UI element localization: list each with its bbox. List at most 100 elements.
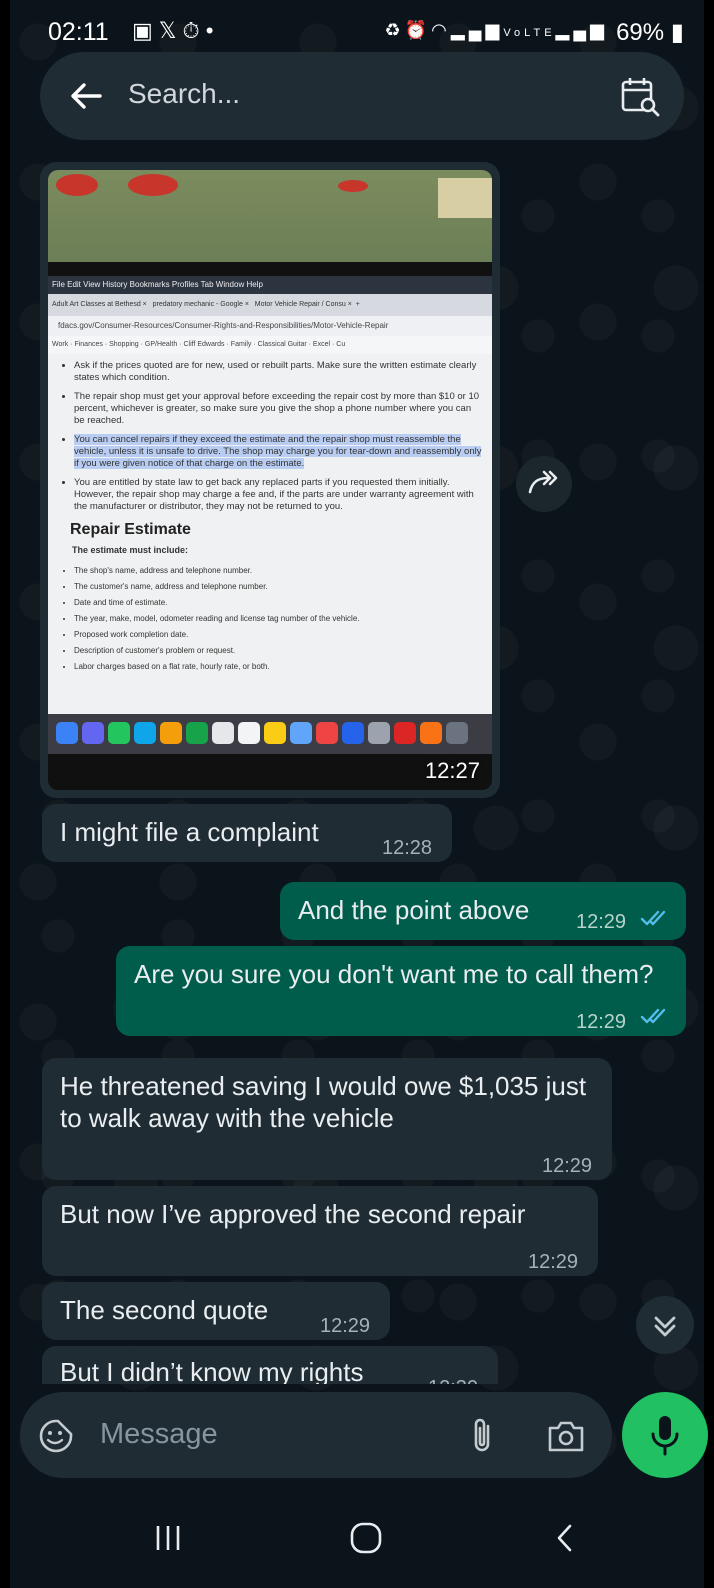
- back-arrow-icon[interactable]: [66, 76, 106, 116]
- incoming-message[interactable]: He threatened saving I would owe $1,035 …: [42, 1058, 612, 1180]
- message-composer[interactable]: Message: [20, 1392, 612, 1478]
- status-bar: 02:11 ▣𝕏⏱• ♻⏰◠▂▄▆VoLTE▂▄▆ 69% ▮: [10, 0, 704, 58]
- photo-background: [48, 170, 492, 270]
- dock-app-icon: [316, 722, 338, 744]
- read-ticks-icon: [640, 910, 666, 926]
- estimate-item: The shop's name, address and telephone n…: [74, 565, 482, 577]
- bookmark: Cliff Edwards: [183, 341, 225, 348]
- browser-tab: Adult Art Classes at Bethesd: [52, 301, 141, 308]
- timer-icon: ⏱: [182, 18, 206, 43]
- dock-app-icon: [212, 722, 234, 744]
- estimate-item: The year, make, model, odometer reading …: [74, 613, 482, 625]
- double-chevron-down-icon: [654, 1316, 676, 1337]
- system-nav-bar: [10, 1490, 704, 1588]
- wifi-icon: ◠: [431, 20, 451, 40]
- mac-dock: [48, 714, 492, 754]
- dock-app-icon: [238, 722, 260, 744]
- browser-tab: predatory mechanic - Google: [152, 301, 243, 308]
- forward-button[interactable]: [516, 456, 572, 512]
- highlighted-text: You can cancel repairs if they exceed th…: [74, 434, 482, 469]
- page-bullet: The repair shop must get your approval b…: [74, 391, 482, 427]
- message-time: 12:29: [528, 1251, 579, 1273]
- dock-app-icon: [82, 722, 104, 744]
- message-time: 12:28: [382, 837, 433, 859]
- paper-decoration: [438, 178, 492, 218]
- calendar-search-icon[interactable]: [618, 74, 662, 118]
- message-text: He threatened saving I would owe $1,035 …: [60, 1071, 587, 1133]
- flower-decoration: [56, 174, 98, 196]
- bookmark: Finances: [74, 341, 103, 348]
- alarm-icon: ⏰: [404, 20, 432, 40]
- message-input[interactable]: Message: [100, 1418, 218, 1451]
- message-text: Are you sure you don't want me to call t…: [134, 959, 654, 989]
- search-bar[interactable]: Search...: [40, 52, 684, 140]
- message-text: But now I’ve approved the second repair: [60, 1199, 526, 1229]
- battery-icon: ▮: [670, 19, 684, 46]
- camera-icon[interactable]: [546, 1418, 586, 1454]
- bookmark: GP/Health: [144, 341, 178, 348]
- estimate-item: Proposed work completion date.: [74, 629, 482, 641]
- dock-app-icon: [160, 722, 182, 744]
- signal-icon: ▂▄▆: [450, 20, 504, 40]
- incoming-message[interactable]: The second quote 12:29: [42, 1282, 390, 1340]
- image-icon: ▣: [132, 18, 159, 43]
- page-heading: Repair Estimate: [70, 521, 191, 538]
- read-ticks-icon: [640, 1008, 666, 1024]
- message-time: 12:27: [424, 758, 480, 783]
- outgoing-message[interactable]: And the point above 12:29: [280, 882, 686, 940]
- dock-app-icon: [134, 722, 156, 744]
- dock-app-icon: [186, 722, 208, 744]
- webpage-content: Ask if the prices quoted are for new, us…: [48, 354, 492, 714]
- dock-app-icon: [446, 722, 468, 744]
- bookmark: Classical Guitar: [257, 341, 307, 348]
- message-clip: But I didn’t know my rights 12:30: [0, 1346, 714, 1384]
- sticker-emoji-icon[interactable]: [38, 1418, 74, 1454]
- message-time: 12:29: [576, 1011, 627, 1033]
- page-bullet: Ask if the prices quoted are for new, us…: [74, 360, 482, 384]
- dock-app-icon: [420, 722, 442, 744]
- photo-attachment[interactable]: File Edit View History Bookmarks Profile…: [48, 170, 492, 790]
- dock-app-icon: [394, 722, 416, 744]
- message-time: 12:30: [428, 1372, 478, 1384]
- microphone-icon: [651, 1416, 679, 1456]
- message-time: 12:29: [320, 1315, 371, 1337]
- browser-url: fdacs.gov/Consumer-Resources/Consumer-Ri…: [48, 316, 492, 336]
- browser-tabs: Adult Art Classes at Bethesd × predatory…: [48, 294, 492, 316]
- image-message[interactable]: File Edit View History Bookmarks Profile…: [40, 162, 500, 798]
- scroll-to-bottom-button[interactable]: [636, 1296, 694, 1354]
- home-icon[interactable]: [346, 1518, 386, 1558]
- recent-apps-icon[interactable]: [150, 1518, 186, 1558]
- mac-menubar: File Edit View History Bookmarks Profile…: [48, 276, 492, 294]
- search-input[interactable]: Search...: [128, 78, 240, 110]
- browser-tab: Motor Vehicle Repair / Consu: [254, 301, 346, 308]
- message-text: The second quote: [60, 1295, 269, 1325]
- signal-icon: ▂▄▆: [555, 20, 608, 40]
- estimate-item: Date and time of estimate.: [74, 597, 482, 609]
- attach-icon[interactable]: [468, 1416, 496, 1456]
- dock-app-icon: [264, 722, 286, 744]
- back-nav-icon[interactable]: [550, 1518, 580, 1558]
- bookmark: Excel: [312, 341, 331, 348]
- bookmark: Shopping: [109, 341, 139, 348]
- bookmarks-bar: Work · Finances · Shopping · GP/Health ·…: [48, 336, 492, 354]
- dock-app-icon: [56, 722, 78, 744]
- incoming-message[interactable]: I might file a complaint 12:28: [42, 804, 452, 862]
- message-text: But I didn’t know my rights: [60, 1357, 364, 1384]
- status-time: 02:11: [48, 18, 109, 46]
- bookmark: Family: [230, 341, 252, 348]
- dock-app-icon: [290, 722, 312, 744]
- estimate-item: The customer's name, address and telepho…: [74, 581, 482, 593]
- x-logo-icon: 𝕏: [158, 18, 183, 43]
- dock-app-icon: [108, 722, 130, 744]
- page-subheading: The estimate must include:: [72, 545, 189, 555]
- message-time: 12:29: [576, 911, 627, 933]
- incoming-message[interactable]: But I didn’t know my rights 12:30: [42, 1346, 498, 1384]
- incoming-message[interactable]: But now I’ve approved the second repair …: [42, 1186, 598, 1276]
- outgoing-message[interactable]: Are you sure you don't want me to call t…: [116, 946, 686, 1036]
- dot-icon: •: [205, 18, 220, 43]
- battery-level: 69% ▮: [616, 19, 684, 46]
- voice-message-button[interactable]: [622, 1392, 708, 1478]
- estimate-item: Description of customer's problem or req…: [74, 645, 482, 657]
- dock-app-icon: [368, 722, 390, 744]
- laptop-bezel: [48, 262, 492, 276]
